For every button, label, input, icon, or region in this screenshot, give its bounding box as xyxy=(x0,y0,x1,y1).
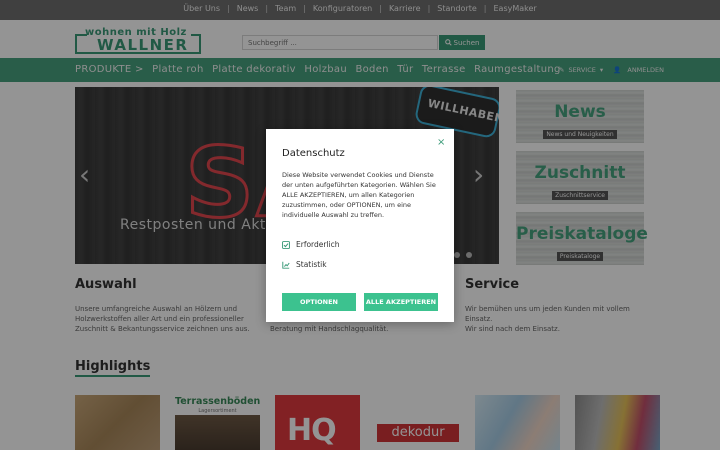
options-button[interactable]: OPTIONEN xyxy=(282,293,356,311)
close-icon[interactable]: × xyxy=(437,137,445,148)
option-statistik-label: Statistik xyxy=(296,260,327,269)
accept-all-button[interactable]: ALLE AKZEPTIEREN xyxy=(364,293,438,311)
option-erforderlich[interactable]: Erforderlich xyxy=(282,240,340,249)
modal-title: Datenschutz xyxy=(282,148,345,159)
option-erforderlich-label: Erforderlich xyxy=(296,240,340,249)
checkbox-checked-icon xyxy=(282,240,290,249)
chart-icon xyxy=(282,261,290,269)
privacy-modal: × Datenschutz Diese Website verwendet Co… xyxy=(266,129,454,322)
option-statistik[interactable]: Statistik xyxy=(282,260,327,269)
modal-description: Diese Website verwendet Cookies und Dien… xyxy=(282,171,436,219)
